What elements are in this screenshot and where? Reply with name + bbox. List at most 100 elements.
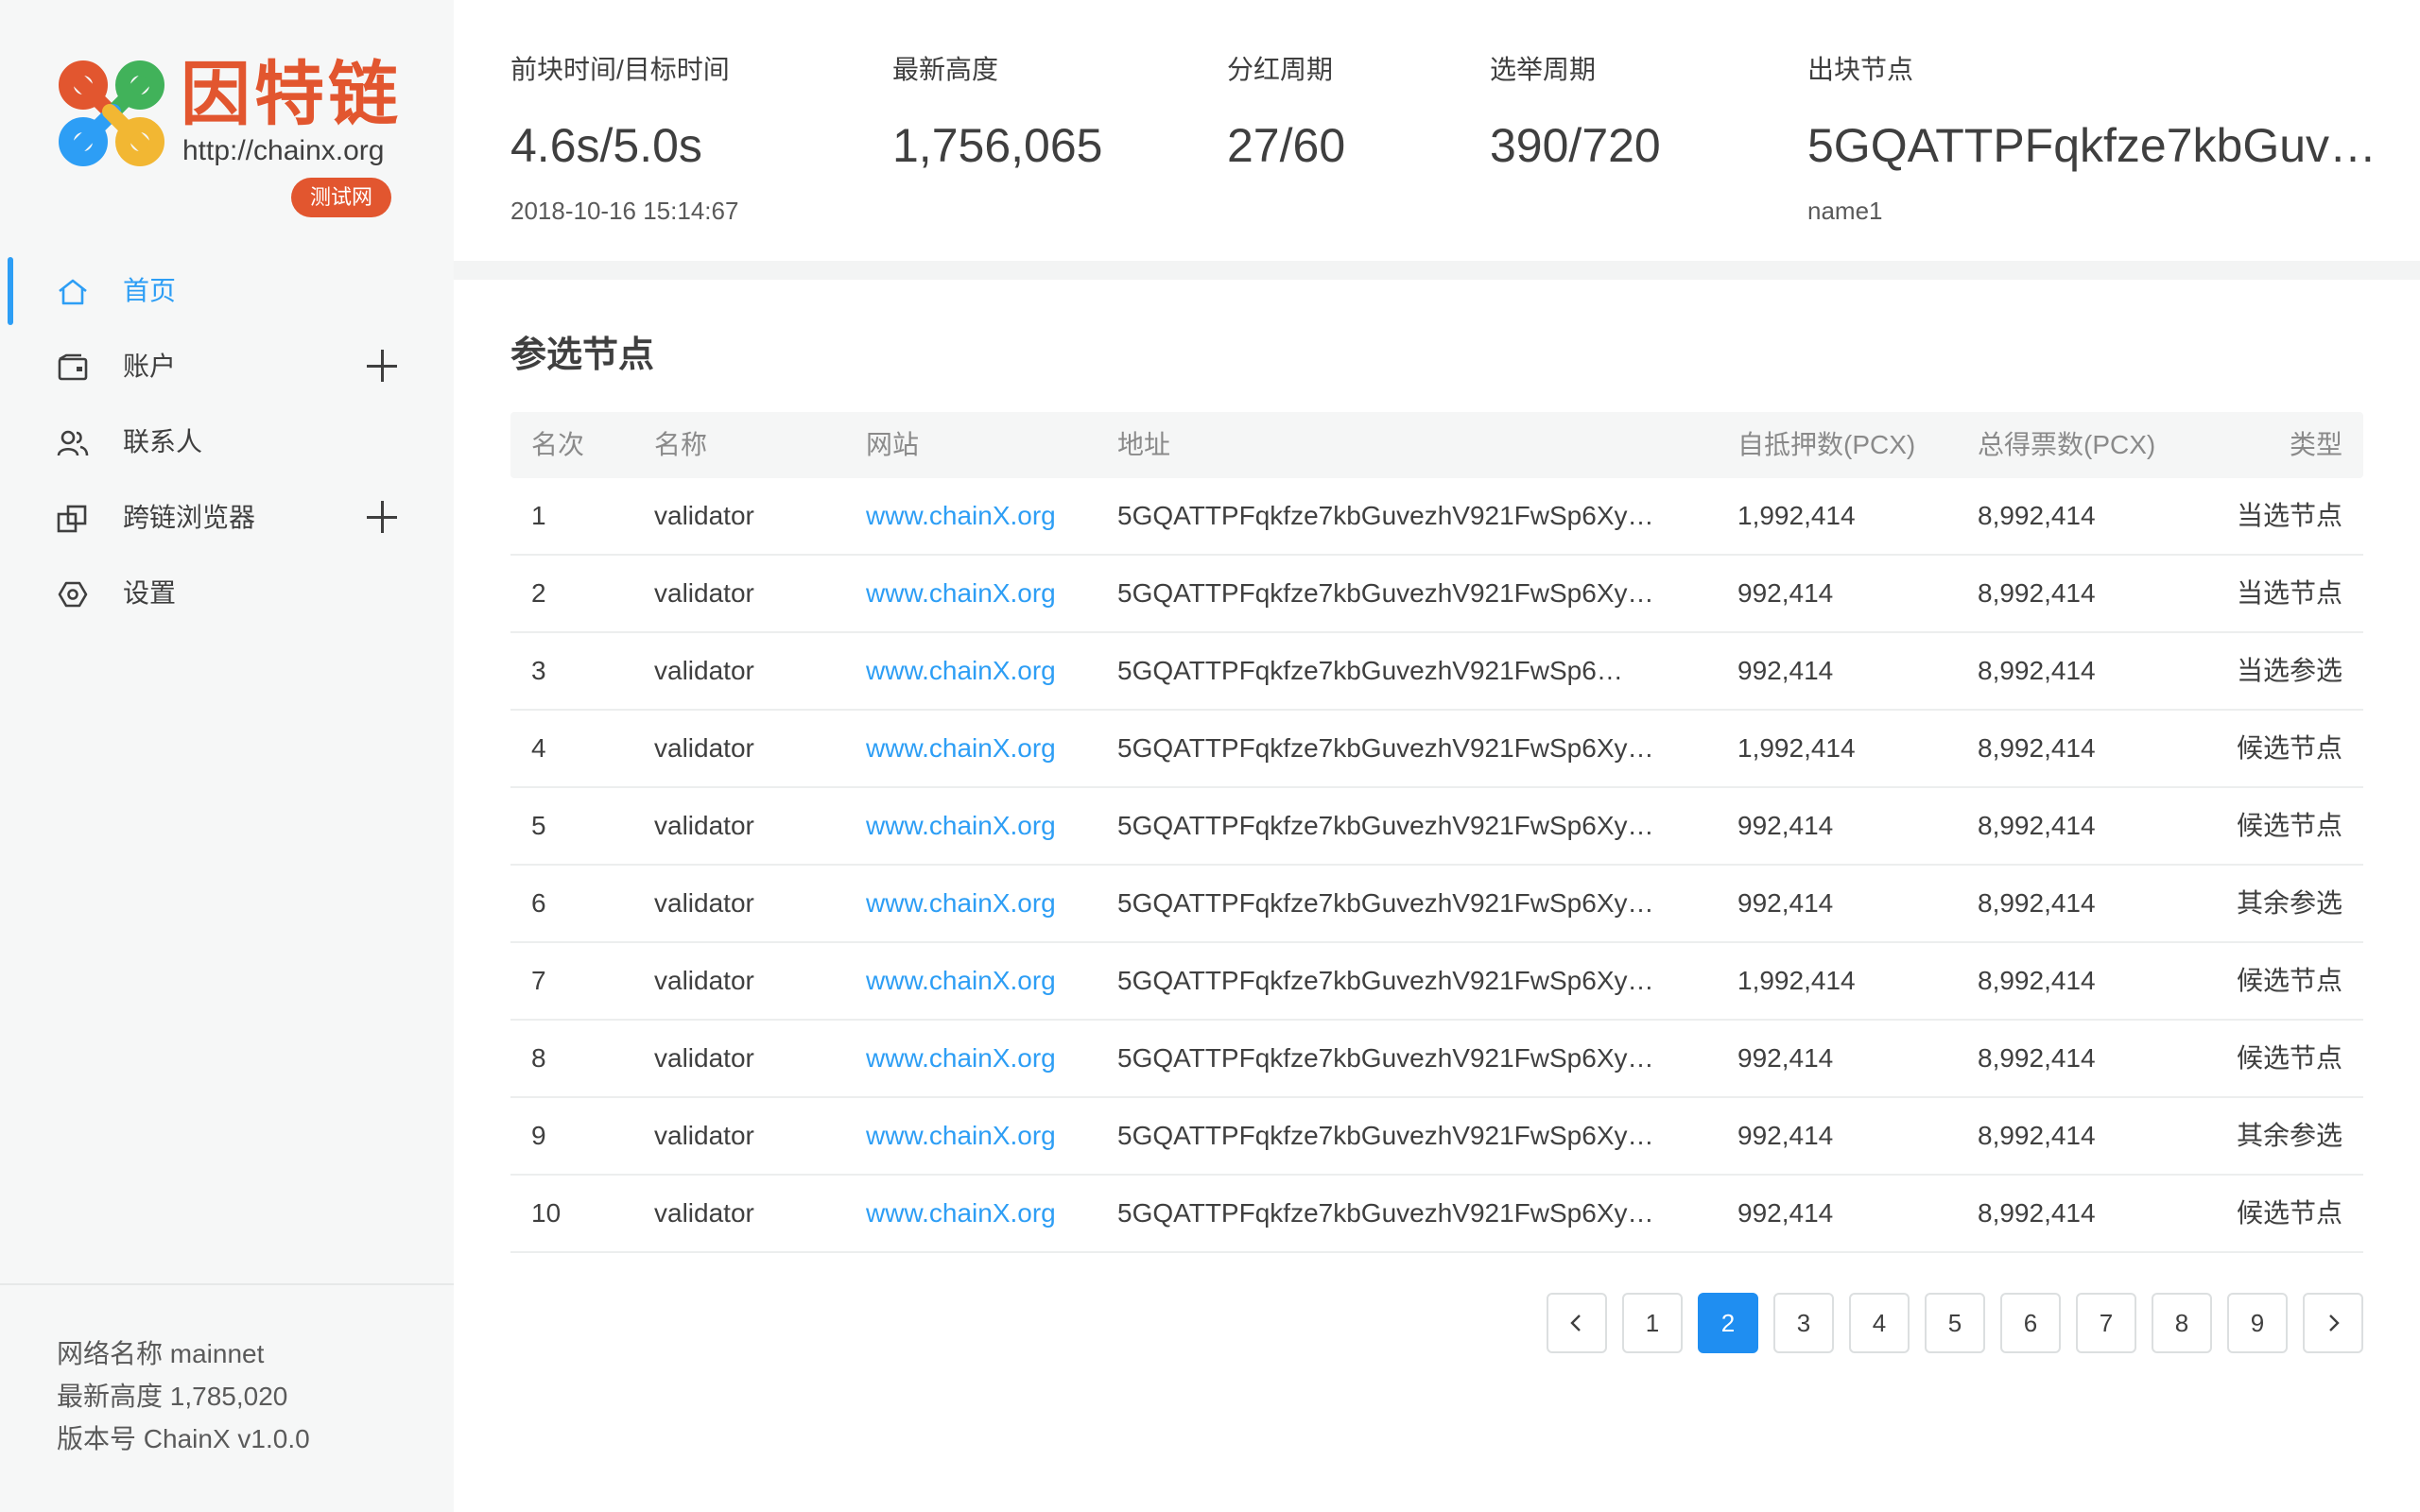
section-separator	[454, 261, 2420, 280]
wallet-icon	[58, 353, 88, 381]
cell-name: validator	[654, 733, 754, 763]
page-button[interactable]: 1	[1622, 1293, 1683, 1353]
page-button[interactable]: 5	[1925, 1293, 1985, 1353]
cell-votes: 8,992,414	[1978, 656, 2096, 685]
cell-pledge: 992,414	[1737, 1043, 1834, 1073]
cell-rank: 2	[531, 578, 546, 608]
expand-account-plus-icon[interactable]	[367, 350, 399, 382]
sidebar: 因特链 http://chainx.org 测试网 首页 账户 联系人 跨链浏览…	[0, 0, 454, 1512]
nav-label-settings: 设置	[123, 578, 177, 608]
cell-votes: 8,992,414	[1978, 578, 2096, 608]
stat-producer-label: 出块节点	[1807, 55, 1914, 84]
home-icon	[59, 279, 87, 305]
cell-address: 5GQATTPFqkfze7kbGuvezhV921FwSp6Xy…	[1117, 1043, 1654, 1073]
page-button[interactable]: 8	[2152, 1293, 2212, 1353]
cell-type: 候选节点	[2236, 966, 2342, 995]
cell-name: validator	[654, 578, 754, 608]
stat-block-producer: 出块节点 5GQATTPFqkfze7kbGuv… name1	[1807, 53, 2377, 227]
cell-type: 当选节点	[2236, 578, 2342, 608]
table-body: 1 validator www.chainX.org 5GQATTPFqkfze7kb…	[510, 478, 2363, 1253]
nav-item-account[interactable]: 账户	[0, 329, 454, 404]
cell-rank: 1	[531, 501, 546, 530]
nav-item-home[interactable]: 首页	[0, 253, 454, 329]
cell-type: 候选节点	[2236, 1043, 2342, 1073]
cell-name: validator	[654, 888, 754, 918]
stat-dividend-cycle: 分红周期 27/60	[1227, 53, 1345, 174]
cell-votes: 8,992,414	[1978, 966, 2096, 995]
cell-name: validator	[654, 966, 754, 995]
table-row[interactable]: 1 validator www.chainX.org 5GQATTPFqkfze7kb…	[510, 478, 2363, 556]
table-row[interactable]: 7 validator www.chainX.org 5GQATTPFqkfze7kb…	[510, 943, 2363, 1021]
page-button[interactable]: 2	[1698, 1293, 1758, 1353]
table-row[interactable]: 2 validator www.chainX.org 5GQATTPFqkfze7kb…	[510, 556, 2363, 633]
network-height: 最新高度 1,785,020	[57, 1382, 288, 1411]
next-page-button[interactable]	[2303, 1293, 2363, 1353]
network-name: 网络名称 mainnet	[57, 1339, 265, 1368]
cell-rank: 5	[531, 811, 546, 840]
chevron-left-icon	[1570, 1314, 1581, 1332]
cell-site[interactable]: www.chainX.org	[866, 788, 1056, 864]
prev-page-button[interactable]	[1547, 1293, 1607, 1353]
cell-address: 5GQATTPFqkfze7kbGuvezhV921FwSp6Xy…	[1117, 1121, 1654, 1150]
page-button[interactable]: 3	[1773, 1293, 1834, 1353]
network-info: 网络名称 mainnet 最新高度 1,785,020 版本号 ChainX v…	[57, 1332, 310, 1460]
chain-stats: 前块时间/目标时间 4.6s/5.0s 2018-10-16 15:14:67 …	[454, 0, 2420, 261]
page-button[interactable]: 7	[2076, 1293, 2136, 1353]
table-header: 名次 名称 网站 地址 自抵押数(PCX) 总得票数(PCX) 类型	[510, 412, 2363, 478]
cell-site[interactable]: www.chainX.org	[866, 1021, 1056, 1096]
nav-item-cross-chain[interactable]: 跨链浏览器	[0, 480, 454, 556]
cell-site[interactable]: www.chainX.org	[866, 866, 1056, 941]
stat-block-time: 前块时间/目标时间 4.6s/5.0s 2018-10-16 15:14:67	[510, 53, 738, 227]
cross-chain-icon	[57, 505, 87, 533]
table-row[interactable]: 10 validator www.chainX.org 5GQATTPFqkfze7k…	[510, 1176, 2363, 1253]
cell-pledge: 1,992,414	[1737, 966, 1856, 995]
cell-rank: 8	[531, 1043, 546, 1073]
cell-votes: 8,992,414	[1978, 733, 2096, 763]
page-button[interactable]: 6	[2000, 1293, 2061, 1353]
nav-item-contacts[interactable]: 联系人	[0, 404, 454, 480]
table-row[interactable]: 8 validator www.chainX.org 5GQATTPFqkfze7kb…	[510, 1021, 2363, 1098]
nav-label-cross-chain: 跨链浏览器	[123, 503, 256, 532]
cell-site[interactable]: www.chainX.org	[866, 1176, 1056, 1251]
cell-votes: 8,992,414	[1978, 888, 2096, 918]
table-row[interactable]: 9 validator www.chainX.org 5GQATTPFqkfze7kb…	[510, 1098, 2363, 1176]
cell-pledge: 992,414	[1737, 578, 1834, 608]
cell-address: 5GQATTPFqkfze7kbGuvezhV921FwSp6Xy…	[1117, 733, 1654, 763]
cell-site[interactable]: www.chainX.org	[866, 556, 1056, 631]
cell-rank: 9	[531, 1121, 546, 1150]
cell-site[interactable]: www.chainX.org	[866, 633, 1056, 709]
sidebar-divider	[0, 1283, 454, 1285]
stat-dividend-value: 27/60	[1227, 119, 1346, 172]
table-row[interactable]: 5 validator www.chainX.org 5GQATTPFqkfze7kb…	[510, 788, 2363, 866]
cell-site[interactable]: www.chainX.org	[866, 478, 1056, 554]
cell-type: 候选节点	[2236, 1198, 2342, 1228]
table-row[interactable]: 3 validator www.chainX.org 5GQATTPFqkfze7kb…	[510, 633, 2363, 711]
logo[interactable]: 因特链 http://chainx.org 测试网	[55, 55, 405, 225]
stat-height-label: 最新高度	[892, 55, 999, 84]
cell-site[interactable]: www.chainX.org	[866, 711, 1056, 786]
cell-pledge: 992,414	[1737, 811, 1834, 840]
main-nav: 首页 账户 联系人 跨链浏览器 设置	[0, 253, 454, 631]
col-name: 名称	[654, 430, 708, 459]
page-button[interactable]: 9	[2227, 1293, 2288, 1353]
stat-producer-value[interactable]: 5GQATTPFqkfze7kbGuv…	[1807, 117, 2377, 174]
cell-rank: 3	[531, 656, 546, 685]
table-row[interactable]: 4 validator www.chainX.org 5GQATTPFqkfze7kb…	[510, 711, 2363, 788]
nav-item-settings[interactable]: 设置	[0, 556, 454, 631]
table-row[interactable]: 6 validator www.chainX.org 5GQATTPFqkfze7kb…	[510, 866, 2363, 943]
cell-type: 候选节点	[2236, 811, 2342, 840]
cell-pledge: 992,414	[1737, 1121, 1834, 1150]
cell-name: validator	[654, 1043, 754, 1073]
app-version: 版本号 ChainX v1.0.0	[57, 1424, 310, 1453]
cell-type: 其余参选	[2236, 1121, 2342, 1150]
expand-cross-chain-plus-icon[interactable]	[367, 501, 399, 533]
cell-site[interactable]: www.chainX.org	[866, 1098, 1056, 1174]
cell-address: 5GQATTPFqkfze7kbGuvezhV921FwSp6Xy…	[1117, 888, 1654, 918]
cell-address: 5GQATTPFqkfze7kbGuvezhV921FwSp6Xy…	[1117, 1198, 1654, 1228]
cell-rank: 6	[531, 888, 546, 918]
col-site: 网站	[866, 430, 920, 459]
cell-name: validator	[654, 1198, 754, 1228]
cell-site[interactable]: www.chainX.org	[866, 943, 1056, 1019]
page-button[interactable]: 4	[1849, 1293, 1910, 1353]
col-votes: 总得票数(PCX)	[1978, 430, 2156, 459]
